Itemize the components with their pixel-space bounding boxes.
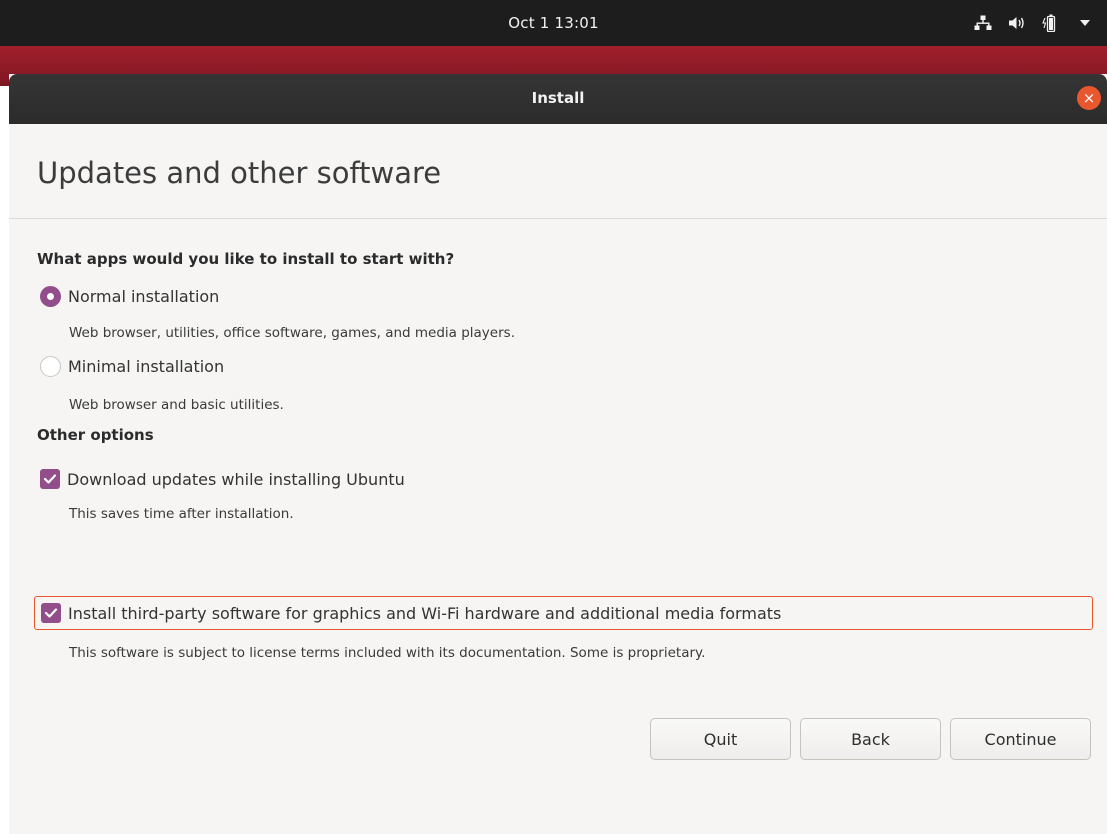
- clock[interactable]: Oct 1 13:01: [0, 14, 1107, 32]
- continue-button[interactable]: Continue: [950, 718, 1091, 760]
- installer-window: Install × Updates and other software Wha…: [9, 74, 1107, 834]
- checkbox-checked-icon[interactable]: [41, 603, 61, 623]
- network-icon[interactable]: [971, 11, 995, 35]
- close-button[interactable]: ×: [1077, 86, 1101, 110]
- download-updates-label[interactable]: Download updates while installing Ubuntu: [67, 470, 405, 489]
- window-title: Install: [531, 89, 585, 107]
- minimal-installation-description: Web browser and basic utilities.: [69, 397, 284, 413]
- window-titlebar[interactable]: Install ×: [9, 74, 1107, 124]
- normal-installation-description: Web browser, utilities, office software,…: [69, 325, 515, 341]
- normal-installation-label[interactable]: Normal installation: [68, 287, 219, 306]
- radio-selected-icon[interactable]: [40, 285, 61, 307]
- third-party-software-label[interactable]: Install third-party software for graphic…: [68, 604, 781, 623]
- third-party-focus-ring: Install third-party software for graphic…: [34, 596, 1093, 630]
- other-options-heading: Other options: [37, 426, 154, 444]
- header-divider: [9, 218, 1107, 219]
- third-party-software-checkbox[interactable]: Install third-party software for graphic…: [41, 601, 781, 625]
- download-updates-description: This saves time after installation.: [69, 506, 294, 522]
- back-button[interactable]: Back: [800, 718, 941, 760]
- apps-section-heading: What apps would you like to install to s…: [37, 250, 455, 268]
- minimal-installation-label[interactable]: Minimal installation: [68, 357, 224, 376]
- top-bar: Oct 1 13:01: [0, 0, 1107, 46]
- installer-content: Updates and other software What apps wou…: [9, 124, 1107, 834]
- third-party-software-description: This software is subject to license term…: [69, 645, 706, 661]
- quit-button[interactable]: Quit: [650, 718, 791, 760]
- page-title: Updates and other software: [37, 156, 442, 190]
- radio-unselected-icon[interactable]: [40, 355, 61, 377]
- menu-arrow-icon[interactable]: [1073, 11, 1097, 35]
- volume-icon[interactable]: [1005, 11, 1029, 35]
- system-tray[interactable]: [971, 0, 1107, 46]
- download-updates-checkbox[interactable]: Download updates while installing Ubuntu: [40, 467, 405, 491]
- battery-icon[interactable]: [1039, 11, 1063, 35]
- minimal-installation-radio[interactable]: Minimal installation: [40, 354, 224, 378]
- checkbox-checked-icon[interactable]: [40, 469, 60, 489]
- normal-installation-radio[interactable]: Normal installation: [40, 284, 219, 308]
